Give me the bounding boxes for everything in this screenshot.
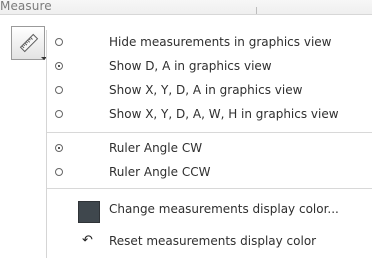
menu-item-label: Show X, Y, D, A, W, H in graphics view [109, 107, 339, 121]
radio-unselected-icon [55, 168, 63, 176]
menu-item-reset-color[interactable]: ↶ Reset measurements display color [47, 229, 372, 253]
radio-selected-icon [55, 62, 63, 70]
undo-icon: ↶ [82, 233, 93, 248]
color-swatch [78, 201, 100, 223]
ruler-icon [19, 33, 39, 53]
menu-item-show-x-y-d-a-w-h[interactable]: Show X, Y, D, A, W, H in graphics view [47, 102, 372, 126]
menu-item-label: Reset measurements display color [109, 234, 317, 248]
measure-window: Measure Hide measurements in graphics vi… [0, 0, 372, 258]
menu-separator [47, 132, 372, 133]
menu-item-label: Show D, A in graphics view [109, 59, 272, 73]
menu-item-ruler-angle-ccw[interactable]: Ruler Angle CCW [47, 160, 372, 184]
menu-item-change-color[interactable]: Change measurements display color... [47, 197, 372, 223]
menu-item-label: Ruler Angle CW [109, 141, 203, 155]
measure-dropdown-menu: Hide measurements in graphics view Show … [46, 30, 372, 258]
menu-item-label: Change measurements display color... [109, 202, 339, 216]
menu-item-label: Show X, Y, D, A in graphics view [109, 83, 303, 97]
radio-unselected-icon [55, 86, 63, 94]
toolbar-divider [256, 7, 257, 14]
menu-item-hide-measurements[interactable]: Hide measurements in graphics view [47, 30, 372, 54]
menu-separator [47, 188, 372, 189]
menu-item-ruler-angle-cw[interactable]: Ruler Angle CW [47, 136, 372, 160]
measure-tool-button[interactable] [11, 26, 47, 60]
menu-item-label: Hide measurements in graphics view [109, 35, 332, 49]
menu-item-show-x-y-d-a[interactable]: Show X, Y, D, A in graphics view [47, 78, 372, 102]
radio-selected-icon [55, 144, 63, 152]
radio-unselected-icon [55, 38, 63, 46]
menu-item-show-d-a[interactable]: Show D, A in graphics view [47, 54, 372, 78]
measure-toolbar: Measure [0, 0, 372, 15]
radio-unselected-icon [55, 110, 63, 118]
menu-item-label: Ruler Angle CCW [109, 165, 211, 179]
toolbar-title: Measure [0, 0, 52, 13]
